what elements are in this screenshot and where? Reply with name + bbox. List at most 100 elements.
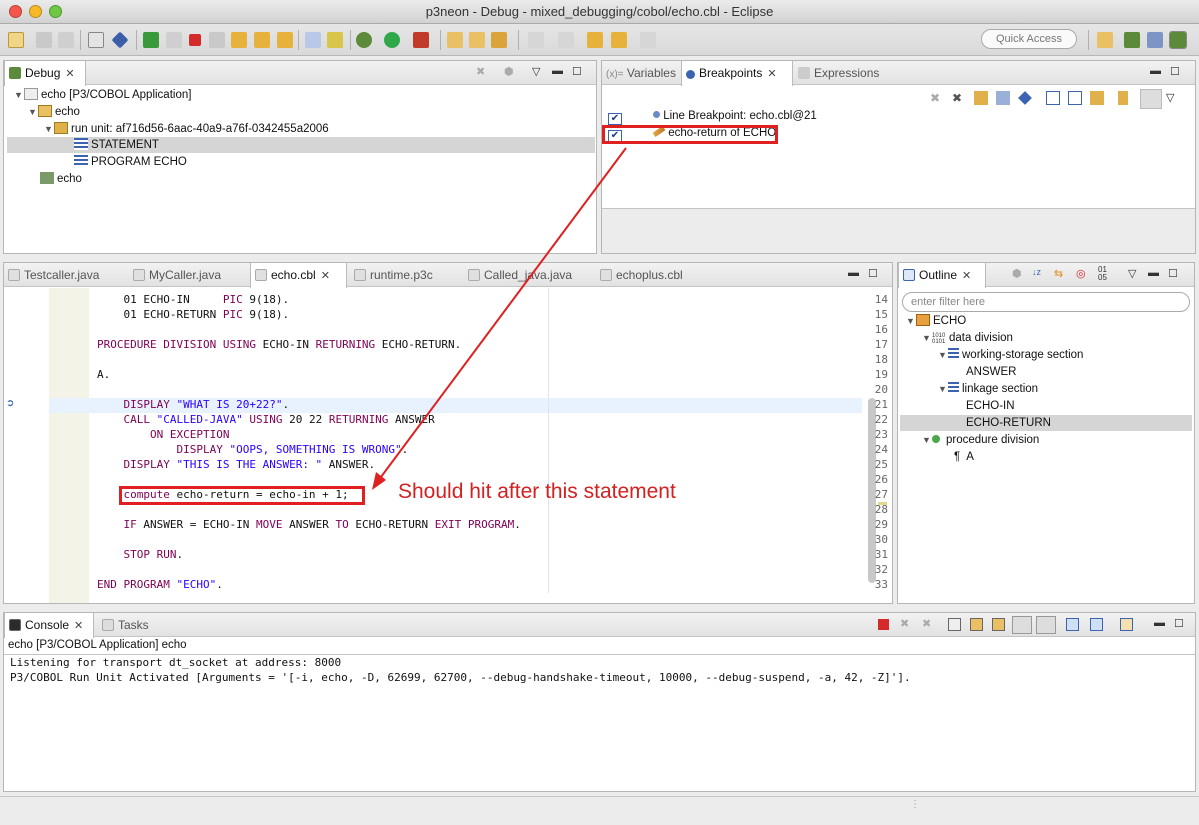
pin-console-icon[interactable] <box>1066 618 1079 631</box>
tab-tasks[interactable]: Tasks <box>98 613 168 637</box>
tree-item-launch[interactable]: ▼ echo [P3/COBOL Application] <box>14 87 191 104</box>
remove-terminated-icon[interactable]: ✖ <box>476 65 485 78</box>
resume-icon[interactable] <box>143 32 159 48</box>
view-menu-icon[interactable]: ▽ <box>1128 267 1136 280</box>
minimize-icon[interactable]: ▬ <box>1150 65 1161 77</box>
disconnect-icon[interactable] <box>209 32 225 48</box>
code-line[interactable]: 01 ECHO-IN PIC 9(18). <box>97 293 289 306</box>
close-icon[interactable]: ✕ <box>65 68 74 80</box>
clear-console-icon[interactable] <box>948 618 961 631</box>
show-on-output-icon[interactable] <box>1012 616 1032 634</box>
debug-perspective-icon[interactable] <box>1124 32 1140 48</box>
minimize-window-button[interactable] <box>29 5 42 18</box>
close-icon[interactable]: ✕ <box>74 620 83 632</box>
tree-item-program-echo[interactable]: PROGRAM ECHO <box>74 154 187 171</box>
code-line[interactable]: IF ANSWER = ECHO-IN MOVE ANSWER TO ECHO-… <box>97 518 521 531</box>
zoom-window-button[interactable] <box>49 5 62 18</box>
tab-echoplus-cbl[interactable]: echoplus.cbl <box>596 263 706 287</box>
tab-testcaller-java[interactable]: Testcaller.java <box>4 263 126 287</box>
remove-all-icon[interactable]: ✖ <box>952 91 962 105</box>
connect-icon[interactable]: ⬢ <box>504 65 514 78</box>
maximize-icon[interactable]: ☐ <box>572 65 582 78</box>
maximize-icon[interactable]: ☐ <box>868 267 878 280</box>
tab-called-java[interactable]: Called_java.java <box>464 263 592 287</box>
collapse-all-icon[interactable] <box>1068 91 1082 105</box>
cobol-perspective-icon[interactable] <box>1169 31 1187 49</box>
close-icon[interactable]: ✕ <box>767 68 776 80</box>
skip-breakpoints-icon[interactable] <box>111 31 129 49</box>
code-line[interactable]: DISPLAY "THIS IS THE ANSWER: " ANSWER. <box>97 458 376 471</box>
drop-to-frame-icon[interactable] <box>305 32 321 48</box>
next-annotation-icon[interactable] <box>528 32 544 48</box>
save-all-icon[interactable] <box>58 32 74 48</box>
tab-debug[interactable]: Debug ✕ <box>4 61 86 86</box>
maximize-icon[interactable]: ☐ <box>1170 65 1180 78</box>
minimize-icon[interactable]: ▬ <box>1154 617 1165 629</box>
view-menu-icon[interactable]: ▽ <box>532 65 540 78</box>
code-line[interactable]: ON EXCEPTION <box>97 428 229 441</box>
expand-all-icon[interactable] <box>1046 91 1060 105</box>
code-line[interactable]: PROCEDURE DIVISION USING ECHO-IN RETURNI… <box>97 338 461 351</box>
view-menu-icon[interactable] <box>1140 89 1162 109</box>
tab-expressions[interactable]: Expressions <box>794 61 894 85</box>
tree-item-statement[interactable]: STATEMENT <box>74 137 159 154</box>
outline-filter-input[interactable]: enter filter here <box>902 292 1190 312</box>
outline-item-data-division[interactable]: ▼1010 0101 data division <box>922 330 1013 347</box>
tab-console[interactable]: Console ✕ <box>4 613 94 638</box>
previous-annotation-icon[interactable] <box>558 32 574 48</box>
minimize-icon[interactable]: ▬ <box>552 65 563 77</box>
status-handle-icon[interactable]: ⋮ <box>910 800 920 810</box>
open-folder-icon[interactable] <box>469 32 485 48</box>
tree-item-process[interactable]: ▼ echo <box>28 104 80 121</box>
code-line[interactable]: A. <box>97 368 110 381</box>
remove-icon[interactable]: ✖ <box>930 91 940 105</box>
code-line[interactable]: DISPLAY "WHAT IS 20+22?". <box>97 398 290 411</box>
open-type-icon[interactable] <box>447 32 463 48</box>
link-editor-icon[interactable]: ⇆ <box>1054 267 1063 280</box>
checkbox-icon[interactable]: ✔ <box>608 113 622 125</box>
pencil-icon[interactable] <box>491 32 507 48</box>
breakpoint-item-line[interactable]: ✔ Line Breakpoint: echo.cbl@21 <box>608 108 817 125</box>
tree-item-run-unit[interactable]: ▼ run unit: af716d56-6aac-40a9-a76f-03424… <box>44 121 329 138</box>
open-perspective-icon[interactable] <box>1097 32 1113 48</box>
word-wrap-icon[interactable] <box>992 618 1005 631</box>
binary-icon[interactable] <box>88 32 104 48</box>
tree-item-debug-target[interactable]: echo <box>40 171 82 188</box>
display-console-icon[interactable] <box>1090 618 1103 631</box>
remove-launch-icon[interactable]: ✖ <box>900 617 909 630</box>
outline-item-linkage-section[interactable]: ▼ linkage section <box>938 381 1038 398</box>
external-tools-icon[interactable] <box>413 32 429 48</box>
remove-all-launches-icon[interactable]: ✖ <box>922 617 931 630</box>
outline-item-echo-in[interactable]: ECHO-IN <box>966 398 1015 415</box>
maximize-icon[interactable]: ☐ <box>1174 617 1184 630</box>
run-icon[interactable] <box>384 32 400 48</box>
forward-icon[interactable] <box>640 32 656 48</box>
scroll-lock-icon[interactable] <box>970 618 983 631</box>
code-line[interactable]: DISPLAY "OOPS, SOMETHING IS WRONG". <box>97 443 408 456</box>
outline-item-working-storage[interactable]: ▼ working-storage section <box>938 347 1083 364</box>
code-line[interactable]: END PROGRAM "ECHO". <box>97 578 223 591</box>
skip-all-icon[interactable] <box>1018 91 1032 105</box>
view-menu-chevron-icon[interactable]: ▽ <box>1166 91 1174 104</box>
step-into-icon[interactable] <box>231 32 247 48</box>
debug-icon[interactable] <box>356 32 372 48</box>
tab-runtime-p3c[interactable]: runtime.p3c <box>350 263 458 287</box>
link-icon[interactable] <box>1090 91 1104 105</box>
collapse-icon[interactable]: ⬢ <box>1012 267 1022 280</box>
code-line[interactable]: CALL "CALLED-JAVA" USING 20 22 RETURNING… <box>97 413 435 426</box>
outline-item-procedure-division[interactable]: ▼ procedure division <box>922 432 1039 449</box>
step-return-icon[interactable] <box>277 32 293 48</box>
close-icon[interactable]: ✕ <box>321 270 330 282</box>
open-console-icon[interactable] <box>1120 618 1133 631</box>
sort-icon[interactable]: ↓z <box>1032 267 1041 277</box>
tab-variables[interactable]: (x)= Variables <box>602 61 684 85</box>
hide-levels-icon[interactable]: 01 05 <box>1098 266 1107 282</box>
code-line[interactable]: 01 ECHO-RETURN PIC 9(18). <box>97 308 289 321</box>
use-step-filters-icon[interactable] <box>327 32 343 48</box>
java-exception-icon[interactable] <box>1118 91 1128 105</box>
target-icon[interactable]: ◎ <box>1076 267 1086 280</box>
close-window-button[interactable] <box>9 5 22 18</box>
outline-item-paragraph-a[interactable]: ¶ A <box>954 449 974 466</box>
minimize-icon[interactable]: ▬ <box>1148 267 1159 279</box>
outline-item-echo[interactable]: ▼ ECHO <box>906 313 966 330</box>
